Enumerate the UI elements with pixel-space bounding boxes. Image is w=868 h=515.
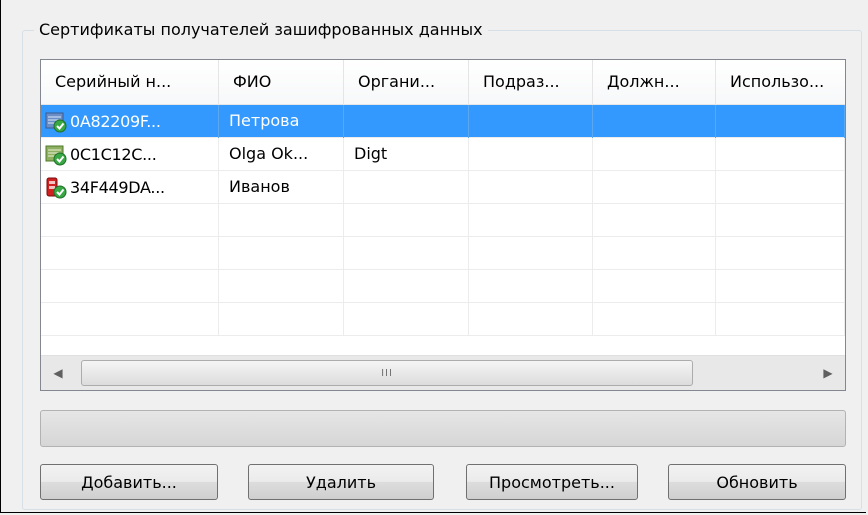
cell-position bbox=[593, 138, 716, 171]
table-row[interactable]: 34F449DA... Иванов bbox=[41, 171, 845, 204]
column-header-department[interactable]: Подраз... bbox=[469, 60, 593, 104]
certificates-list[interactable]: Серийный н... ФИО Органи... Подраз... До… bbox=[40, 59, 846, 391]
cell-serial: 0A82209F... bbox=[41, 105, 219, 138]
scroll-left-icon[interactable]: ◀ bbox=[41, 356, 75, 390]
grip-icon: III bbox=[381, 367, 393, 379]
table-row[interactable]: 0C1C12C... Olga Ok... Digt bbox=[41, 138, 845, 171]
empty-row bbox=[41, 270, 845, 303]
add-button[interactable]: Добавить... bbox=[40, 464, 218, 500]
cell-position bbox=[593, 105, 716, 138]
cell-usage bbox=[716, 171, 845, 204]
cell-department bbox=[469, 138, 593, 171]
cell-organization bbox=[344, 105, 469, 138]
empty-row bbox=[41, 204, 845, 237]
cell-organization bbox=[344, 171, 469, 204]
progress-bar bbox=[40, 410, 846, 447]
horizontal-scrollbar[interactable]: ◀ III ▶ bbox=[41, 355, 845, 390]
groupbox-title: Сертификаты получателей зашифрованных да… bbox=[34, 18, 488, 42]
cell-usage bbox=[716, 105, 845, 138]
view-button[interactable]: Просмотреть... bbox=[466, 464, 638, 500]
column-header-usage[interactable]: Использо... bbox=[716, 60, 845, 104]
empty-row bbox=[41, 303, 845, 336]
cell-serial: 34F449DA... bbox=[41, 171, 219, 204]
scroll-right-icon[interactable]: ▶ bbox=[811, 356, 845, 390]
scrollbar-thumb[interactable]: III bbox=[81, 360, 693, 386]
refresh-button[interactable]: Обновить bbox=[668, 464, 846, 500]
cell-organization: Digt bbox=[344, 138, 469, 171]
column-header-fio[interactable]: ФИО bbox=[219, 60, 344, 104]
serial-text: 34F449DA... bbox=[70, 177, 165, 197]
list-rows: 0A82209F... Петрова 0C1C12C... Olga Ok..… bbox=[41, 105, 845, 336]
table-row[interactable]: 0A82209F... Петрова bbox=[41, 105, 845, 138]
cell-usage bbox=[716, 138, 845, 171]
column-header-serial[interactable]: Серийный н... bbox=[41, 60, 219, 104]
cell-serial: 0C1C12C... bbox=[41, 138, 219, 171]
cell-position bbox=[593, 171, 716, 204]
column-header-position[interactable]: Должн... bbox=[593, 60, 716, 104]
list-header: Серийный н... ФИО Органи... Подраз... До… bbox=[41, 60, 845, 105]
cell-department bbox=[469, 171, 593, 204]
delete-button[interactable]: Удалить bbox=[248, 464, 434, 500]
column-header-organization[interactable]: Органи... bbox=[344, 60, 469, 104]
cell-fio: Петрова bbox=[219, 105, 344, 138]
cell-fio: Иванов bbox=[219, 171, 344, 204]
cell-fio: Olga Ok... bbox=[219, 138, 344, 171]
empty-row bbox=[41, 237, 845, 270]
certificate-valid-icon bbox=[45, 145, 67, 165]
serial-text: 0A82209F... bbox=[70, 111, 161, 131]
certificate-valid-icon bbox=[45, 112, 67, 132]
serial-text: 0C1C12C... bbox=[70, 144, 157, 164]
certificate-token-icon bbox=[46, 177, 67, 198]
cell-department bbox=[469, 105, 593, 138]
